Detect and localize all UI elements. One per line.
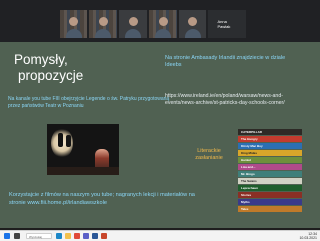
powerpoint-icon[interactable] bbox=[101, 233, 107, 239]
slide-title: Pomysły, propozycje bbox=[14, 52, 134, 84]
teams-icon[interactable] bbox=[83, 233, 89, 239]
participant-avatar bbox=[69, 17, 78, 26]
youtube-note: Na kanale you tube FIII obejrzyjcie Lege… bbox=[8, 96, 170, 109]
participant-tile[interactable] bbox=[179, 10, 206, 38]
participant-tile[interactable] bbox=[149, 10, 177, 38]
participant-tile-named[interactable]: Anna Pawlak bbox=[208, 10, 246, 38]
resources-note: Korzystajcie z filmów na naszym you tube… bbox=[9, 192, 195, 206]
system-tray-clock[interactable]: 12:34 10.03.2021 bbox=[299, 232, 317, 240]
explorer-icon[interactable] bbox=[65, 233, 71, 239]
presentation-slide: Pomysły, propozycje Na stronie Ambasady … bbox=[0, 42, 320, 228]
participant-tile[interactable] bbox=[60, 10, 87, 38]
participant-avatar bbox=[128, 17, 138, 26]
chrome-icon[interactable] bbox=[74, 233, 80, 239]
book-spine: Myths bbox=[238, 199, 302, 205]
book-spine: Tales bbox=[238, 206, 302, 212]
task-view-icon[interactable] bbox=[14, 233, 20, 239]
start-icon[interactable] bbox=[4, 233, 10, 239]
word-icon[interactable] bbox=[92, 233, 98, 239]
theatre-photo bbox=[47, 124, 119, 175]
participant-avatar bbox=[98, 17, 108, 26]
edge-icon[interactable] bbox=[56, 233, 62, 239]
book-spine: Liza and... bbox=[238, 164, 302, 170]
slide-title-line-2: propozycje bbox=[18, 68, 84, 83]
book-spine: Kirsty Mac Boy bbox=[238, 143, 302, 149]
books-caption: Literackie zasłanianie bbox=[195, 148, 223, 161]
participant-tile[interactable] bbox=[119, 10, 147, 38]
book-spine: The Hungry bbox=[238, 136, 302, 142]
taskbar-search-input[interactable]: Wyszukaj bbox=[26, 233, 52, 239]
taskbar: Wyszukaj 12:34 10.03.2021 bbox=[0, 230, 320, 241]
book-spine: Leprechaun bbox=[238, 185, 302, 191]
video-call-strip: Anna Pawlak bbox=[0, 0, 320, 42]
book-spine: Stories bbox=[238, 192, 302, 198]
participant-name: Anna Pawlak bbox=[217, 19, 231, 29]
participant-avatar bbox=[158, 17, 168, 26]
clock-date: 10.03.2021 bbox=[299, 236, 317, 240]
book-stack: CATERPILLAR The Hungry Kirsty Mac Boy King … bbox=[238, 129, 302, 214]
book-spine: CATERPILLAR bbox=[238, 129, 302, 135]
participant-tile[interactable] bbox=[89, 10, 117, 38]
book-spine: The Swans bbox=[238, 178, 302, 184]
participant-avatar bbox=[188, 17, 197, 26]
book-spine: Hamlet bbox=[238, 157, 302, 163]
embassy-link[interactable]: https://www.ireland.ie/en/poland/warsaw/… bbox=[165, 93, 305, 107]
embassy-note: Na stronie Ambasady Irlandii znajdziecie… bbox=[165, 55, 286, 68]
book-spine: Mr. Bingo bbox=[238, 171, 302, 177]
book-spine: King Midas bbox=[238, 150, 302, 156]
slide-title-line-1: Pomysły, bbox=[14, 52, 68, 67]
